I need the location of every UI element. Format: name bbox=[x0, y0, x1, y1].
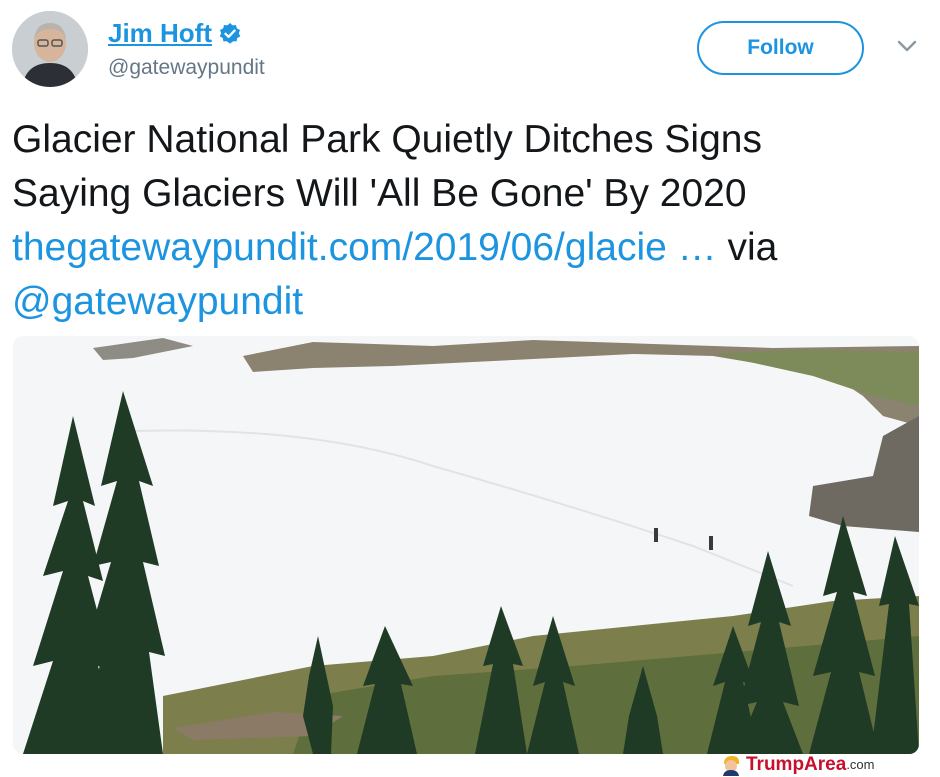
tweet-line-3: thegatewaypundit.com/2019/06/glacie … vi… bbox=[12, 221, 932, 275]
link-ellipsis: … bbox=[666, 226, 728, 269]
verified-badge-icon bbox=[219, 22, 241, 44]
via-text: via bbox=[727, 226, 778, 269]
watermark: TrumpArea .com bbox=[720, 752, 874, 777]
tweet-mention[interactable]: @gatewaypundit bbox=[12, 280, 303, 323]
author-handle[interactable]: @gatewaypundit bbox=[108, 56, 265, 80]
author-name[interactable]: Jim Hoft bbox=[108, 18, 212, 49]
tweet-line-2: Saying Glaciers Will 'All Be Gone' By 20… bbox=[12, 172, 747, 215]
follow-button[interactable]: Follow bbox=[697, 21, 864, 75]
author-name-row: Jim Hoft bbox=[108, 18, 242, 49]
avatar[interactable] bbox=[12, 11, 88, 87]
user-avatar-photo bbox=[12, 11, 88, 87]
tweet-link[interactable]: thegatewaypundit.com/2019/06/glacie bbox=[12, 226, 667, 269]
trump-head-icon bbox=[723, 755, 740, 776]
glacier-photo bbox=[13, 336, 919, 754]
tweet-line-1: Glacier National Park Quietly Ditches Si… bbox=[12, 118, 762, 161]
tweet-media[interactable] bbox=[13, 336, 919, 754]
watermark-brand: TrumpArea bbox=[746, 753, 847, 775]
chevron-down-icon[interactable] bbox=[896, 38, 918, 54]
watermark-suffix: .com bbox=[846, 757, 875, 772]
tweet-text: Glacier National Park Quietly Ditches Si… bbox=[12, 113, 932, 329]
